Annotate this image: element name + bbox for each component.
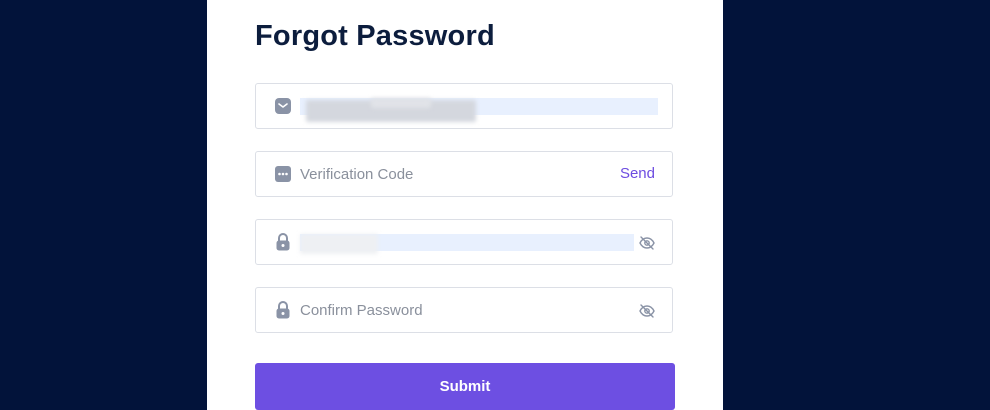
lock-icon <box>273 232 293 252</box>
confirm-password-field[interactable] <box>255 287 673 333</box>
eye-off-icon[interactable] <box>638 234 656 252</box>
send-code-button[interactable]: Send <box>620 165 655 182</box>
email-field[interactable] <box>255 83 673 129</box>
email-input[interactable] <box>300 94 600 118</box>
message-dots-icon <box>273 164 293 184</box>
verification-code-field[interactable]: Send <box>255 151 673 197</box>
confirm-password-input[interactable] <box>300 298 600 322</box>
password-input[interactable] <box>300 230 600 254</box>
password-field[interactable] <box>255 219 673 265</box>
page-title: Forgot Password <box>255 20 495 52</box>
eye-off-icon[interactable] <box>638 302 656 320</box>
forgot-password-card: Forgot Password Send <box>207 0 723 410</box>
verification-code-input[interactable] <box>300 162 600 186</box>
envelope-icon <box>273 96 293 116</box>
submit-button[interactable]: Submit <box>255 363 675 410</box>
lock-icon <box>273 300 293 320</box>
